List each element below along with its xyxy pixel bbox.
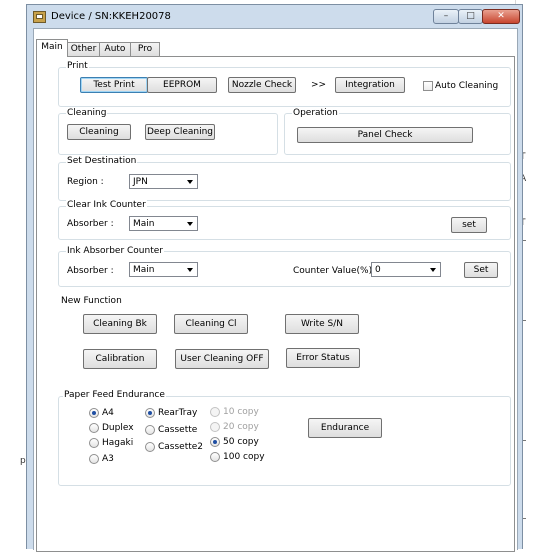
absorber-label: Absorber : (67, 219, 114, 229)
tab-pro[interactable]: Pro (130, 42, 160, 56)
source-radio-cassette2[interactable] (145, 442, 155, 452)
copies-radio-20[interactable] (210, 422, 220, 432)
clear-absorber-select[interactable]: Main (129, 216, 198, 231)
source-label-cassette2: Cassette2 (158, 442, 204, 452)
source-label-reartray: RearTray (158, 408, 198, 418)
size-label-a3: A3 (102, 454, 114, 464)
size-radio-hagaki[interactable] (89, 438, 99, 448)
clear-absorber-value: Main (133, 219, 155, 229)
maximize-button[interactable]: □ (458, 9, 483, 24)
user-cleaning-off-button[interactable]: User Cleaning OFF (175, 349, 269, 369)
chevron-down-icon (187, 222, 193, 226)
cleaning-bk-button[interactable]: Cleaning Bk (83, 314, 157, 334)
print-group-label: Print (66, 61, 89, 71)
region-select[interactable]: JPN (129, 174, 198, 189)
region-value: JPN (133, 177, 148, 187)
tab-other[interactable]: Other (67, 42, 100, 56)
size-label-duplex: Duplex (102, 423, 134, 433)
size-label-a4: A4 (102, 408, 114, 418)
panel-check-button[interactable]: Panel Check (297, 127, 473, 143)
tab-auto[interactable]: Auto (99, 42, 131, 56)
eeprom-button[interactable]: EEPROM (147, 77, 217, 93)
minimize-button[interactable]: – (433, 9, 459, 24)
auto-cleaning-checkbox[interactable] (423, 81, 433, 91)
operation-group-label: Operation (292, 108, 339, 118)
test-print-button[interactable]: Test Print (80, 77, 148, 93)
copies-label-100: 100 copy (223, 452, 265, 462)
copies-label-10: 10 copy (223, 407, 259, 417)
auto-cleaning-label: Auto Cleaning (435, 81, 499, 91)
absorber-label: Absorber : (67, 266, 114, 276)
clear-ink-counter-group-label: Clear Ink Counter (66, 200, 147, 210)
deep-cleaning-button[interactable]: Deep Cleaning (145, 124, 215, 140)
window-title: Device / SN:KKEH20078 (51, 11, 171, 22)
ink-absorber-set-button[interactable]: Set (464, 262, 498, 278)
source-radio-reartray[interactable] (145, 408, 155, 418)
size-radio-a4[interactable] (89, 408, 99, 418)
absorber-counter-select[interactable]: Main (129, 262, 198, 277)
counter-value-label: Counter Value(%) : (293, 266, 379, 276)
error-status-button[interactable]: Error Status (286, 348, 360, 368)
set-destination-group (58, 162, 511, 201)
size-label-hagaki: Hagaki (102, 438, 134, 448)
counter-value-select[interactable]: 0 (371, 262, 441, 277)
title-bar[interactable]: Device / SN:KKEH20078 – □ ✕ (27, 5, 522, 27)
set-destination-group-label: Set Destination (66, 156, 138, 166)
close-button[interactable]: ✕ (482, 9, 520, 24)
copies-radio-10[interactable] (210, 407, 220, 417)
paper-feed-endurance-group-label: Paper Feed Endurance (63, 390, 166, 400)
clear-ink-counter-group (58, 206, 511, 240)
arrow-text: >> (311, 80, 327, 90)
copies-radio-100[interactable] (210, 452, 220, 462)
nozzle-check-button[interactable]: Nozzle Check (228, 77, 296, 93)
tab-main[interactable]: Main (36, 39, 68, 57)
absorber-counter-value: Main (133, 265, 155, 275)
counter-value: 0 (375, 265, 381, 275)
ink-absorber-counter-group-label: Ink Absorber Counter (66, 246, 164, 256)
integration-button[interactable]: Integration (335, 77, 405, 93)
main-tab-panel: Print Test Print EEPROM Nozzle Check >> … (36, 56, 515, 552)
size-radio-duplex[interactable] (89, 423, 99, 433)
write-sn-button[interactable]: Write S/N (285, 314, 359, 334)
cleaning-button[interactable]: Cleaning (67, 124, 131, 140)
source-label-cassette: Cassette (158, 425, 198, 435)
copies-label-20: 20 copy (223, 422, 259, 432)
device-window: Device / SN:KKEH20078 – □ ✕ Main Other A… (26, 4, 523, 552)
new-function-label: New Function (61, 296, 122, 306)
printer-app-icon (33, 11, 46, 23)
chevron-down-icon (430, 268, 436, 272)
source-radio-cassette[interactable] (145, 425, 155, 435)
copies-label-50: 50 copy (223, 437, 259, 447)
chevron-down-icon (187, 268, 193, 272)
clear-ink-set-button[interactable]: set (451, 217, 487, 233)
chevron-down-icon (187, 180, 193, 184)
copies-radio-50[interactable] (210, 437, 220, 447)
cleaning-cl-button[interactable]: Cleaning Cl (174, 314, 248, 334)
cleaning-group-label: Cleaning (66, 108, 108, 118)
calibration-button[interactable]: Calibration (83, 349, 157, 369)
region-label: Region : (67, 177, 104, 187)
background-text: p (20, 456, 26, 466)
window-client-area: Main Other Auto Pro Print Test Print EEP… (33, 28, 518, 552)
size-radio-a3[interactable] (89, 454, 99, 464)
ink-absorber-counter-group (58, 251, 511, 287)
endurance-button[interactable]: Endurance (308, 418, 382, 438)
